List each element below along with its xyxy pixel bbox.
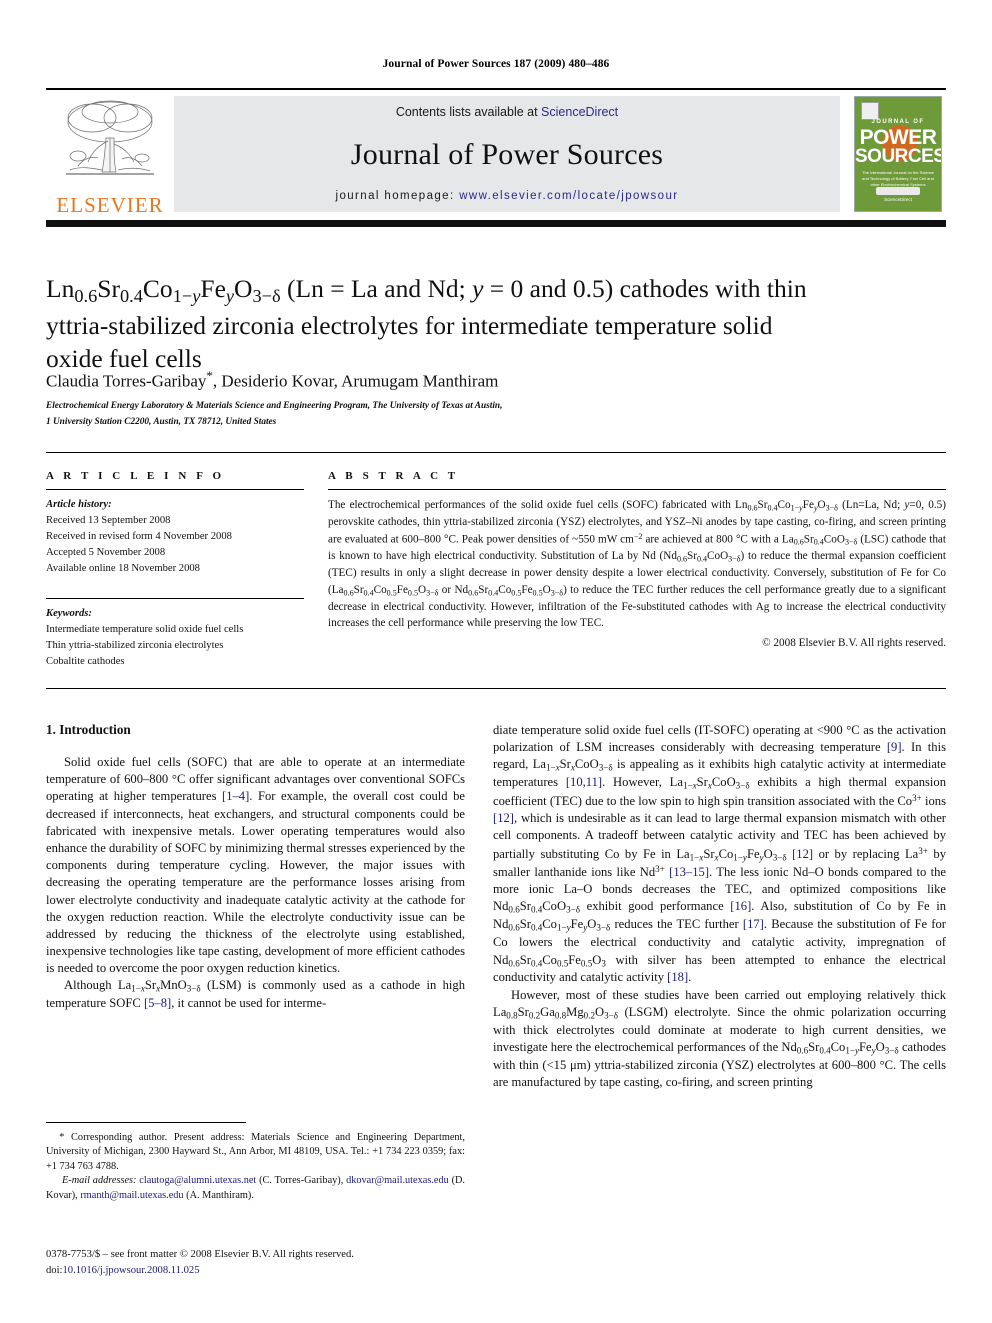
keywords-rule: [46, 598, 304, 600]
journal-masthead: ELSEVIER Contents lists available at Sci…: [46, 88, 946, 216]
cover-word-power: POWER: [859, 126, 937, 149]
footnote-block: * Corresponding author. Present address:…: [46, 1131, 465, 1203]
keyword-item: Thin yttria-stabilized zirconia electrol…: [46, 640, 224, 652]
homepage-prefix: journal homepage:: [335, 190, 460, 202]
journal-title: Journal of Power Sources: [350, 137, 664, 171]
abstract-column: A B S T R A C T The electrochemical perf…: [328, 470, 946, 649]
footnote-rule: [46, 1122, 246, 1123]
abstract-rule: [328, 489, 946, 490]
cover-word-sources: SOURCES: [855, 146, 942, 167]
running-head: Journal of Power Sources 187 (2009) 480–…: [382, 58, 610, 70]
history-item: Accepted 5 November 2008: [46, 546, 166, 558]
masthead-center: Contents lists available at ScienceDirec…: [174, 96, 840, 212]
doi-link[interactable]: 10.1016/j.jpowsour.2008.11.025: [62, 1265, 199, 1276]
journal-homepage-line: journal homepage: www.elsevier.com/locat…: [336, 190, 679, 202]
doi-line: doi:10.1016/j.jpowsour.2008.11.025: [46, 1263, 486, 1279]
issn-line: 0378-7753/$ – see front matter © 2008 El…: [46, 1249, 354, 1260]
article-history-label: Article history:: [46, 499, 112, 510]
corresponding-author-note: * Corresponding author. Present address:…: [46, 1132, 465, 1172]
paragraph: Although La1−xSrxMnO3−δ (LSM) is commonl…: [46, 978, 465, 1011]
contents-prefix: Contents lists available at: [395, 105, 542, 119]
article-info-heading: A R T I C L E I N F O: [46, 470, 225, 482]
email-addresses-note: E-mail addresses: clautoga@alumni.utexas…: [46, 1175, 466, 1201]
body-column-left: 1. Introduction Solid oxide fuel cells (…: [46, 722, 465, 1013]
keyword-item: Cobaltite cathodes: [46, 656, 125, 668]
paragraph: However, most of these studies have been…: [493, 987, 947, 1090]
contents-list-line: Contents lists available at ScienceDirec…: [396, 105, 618, 119]
affiliation-line-2: 1 University Station C2200, Austin, TX 7…: [46, 417, 277, 428]
cover-sciencedirect-logo-icon: [876, 187, 920, 195]
page-title: Ln0.6Sr0.4Co1−yFeyO3−δ (Ln = La and Nd; …: [46, 274, 807, 374]
abstract-heading: A B S T R A C T: [328, 470, 459, 482]
abstract-copyright: © 2008 Elsevier B.V. All rights reserved…: [762, 636, 946, 649]
journal-cover-thumbnail: JOURNAL OF POWER SOURCES The Internation…: [850, 96, 946, 216]
cover-elsevier-badge-icon: [861, 102, 879, 120]
article-info-rule: [46, 489, 304, 490]
abstract-bottom-rule: [46, 688, 946, 689]
elsevier-tree-icon: [66, 100, 154, 175]
history-item: Received in revised form 4 November 2008: [46, 530, 232, 542]
paragraph: Solid oxide fuel cells (SOFC) that are a…: [46, 755, 466, 976]
cover-art: JOURNAL OF POWER SOURCES The Internation…: [854, 96, 942, 212]
cover-footer-label: ScienceDirect: [884, 196, 912, 202]
history-item: Received 13 September 2008: [46, 514, 171, 526]
section-heading-introduction: 1. Introduction: [46, 722, 131, 737]
masthead-black-rule: [46, 220, 946, 227]
cover-subtitle: The International Journal on the Science…: [862, 170, 934, 187]
paragraph: diate temperature solid oxide fuel cells…: [493, 723, 947, 985]
journal-article-page: Journal of Power Sources 187 (2009) 480–…: [0, 0, 992, 1323]
doi-prefix: doi:: [46, 1264, 63, 1276]
author-list: Claudia Torres-Garibay*, Desiderio Kovar…: [46, 368, 499, 391]
keywords-label: Keywords:: [46, 608, 92, 620]
article-info-column: A R T I C L E I N F O Article history: R…: [46, 470, 304, 670]
affiliation: Electrochemical Energy Laboratory & Mate…: [46, 398, 746, 431]
keyword-item: Intermediate temperature solid oxide fue…: [46, 624, 244, 636]
elsevier-logo: ELSEVIER: [46, 90, 174, 216]
affiliation-line-1: Electrochemical Energy Laboratory & Mate…: [46, 401, 503, 411]
elsevier-wordmark: ELSEVIER: [56, 193, 164, 217]
sciencedirect-link[interactable]: ScienceDirect: [541, 105, 618, 119]
abstract-body: The electrochemical performances of the …: [328, 499, 947, 630]
issn-copyright-block: 0378-7753/$ – see front matter © 2008 El…: [46, 1247, 486, 1279]
history-item: Available online 18 November 2008: [46, 562, 200, 574]
body-column-right: diate temperature solid oxide fuel cells…: [493, 722, 946, 1091]
homepage-url-link[interactable]: www.elsevier.com/locate/jpowsour: [459, 190, 678, 202]
info-top-rule: [46, 452, 946, 453]
